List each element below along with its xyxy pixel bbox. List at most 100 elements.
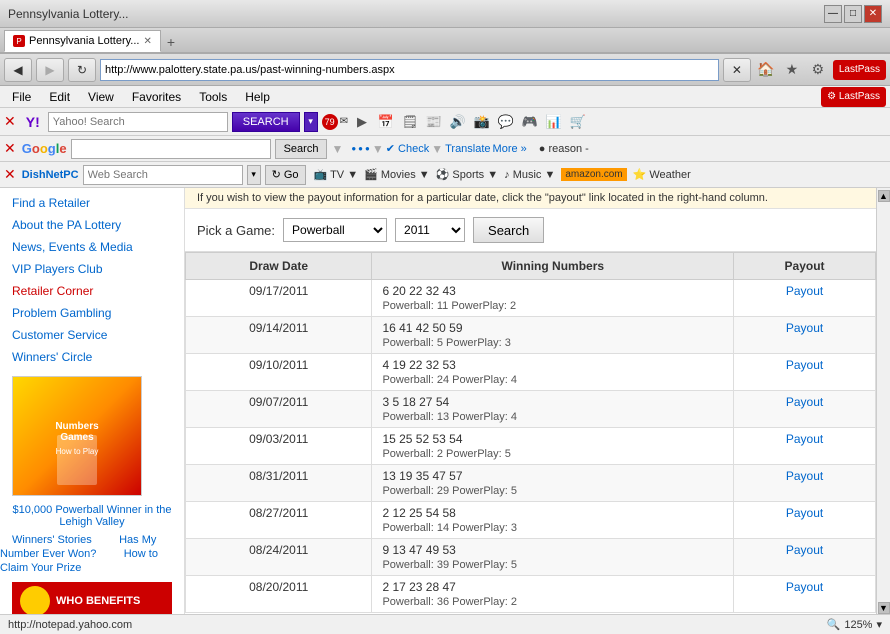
menu-edit[interactable]: Edit bbox=[41, 88, 78, 106]
dish-sports[interactable]: ⚽ Sports ▼ bbox=[436, 168, 499, 181]
who-benefits-icon bbox=[20, 586, 50, 614]
google-toolbar-close[interactable]: ✕ bbox=[4, 140, 16, 157]
dish-movies[interactable]: 🎬 Movies ▼ bbox=[364, 168, 430, 181]
payout-link-8[interactable]: Payout bbox=[786, 580, 823, 594]
reload-button[interactable]: ↻ bbox=[68, 58, 96, 82]
date-cell-2: 09/10/2011 bbox=[186, 354, 372, 391]
reason-label: ● reason - bbox=[539, 143, 589, 155]
new-tab-button[interactable]: + bbox=[161, 32, 181, 52]
dish-tv[interactable]: 📺 TV ▼ bbox=[314, 168, 359, 181]
sidebar-winners-circle[interactable]: Winners' Circle bbox=[0, 346, 184, 368]
scroll-down[interactable]: ▼ bbox=[878, 602, 890, 614]
close-button[interactable]: ✕ bbox=[864, 5, 882, 23]
lastpass-menu-button[interactable]: ⚙ LastPass bbox=[821, 87, 886, 107]
payout-link-6[interactable]: Payout bbox=[786, 506, 823, 520]
date-cell-8: 08/20/2011 bbox=[186, 576, 372, 613]
favorites-button[interactable]: ★ bbox=[781, 59, 803, 81]
yahoo-toolbar-close[interactable]: ✕ bbox=[4, 113, 16, 130]
menu-tools[interactable]: Tools bbox=[191, 88, 235, 106]
tab-close-icon[interactable]: ✕ bbox=[143, 36, 151, 47]
yahoo-search-input[interactable] bbox=[48, 112, 228, 132]
menu-file[interactable]: File bbox=[4, 88, 39, 106]
payout-cell-6: Payout bbox=[734, 502, 876, 539]
sidebar-retailer-corner[interactable]: Retailer Corner bbox=[0, 280, 184, 302]
payout-link-4[interactable]: Payout bbox=[786, 432, 823, 446]
sidebar-news[interactable]: News, Events & Media bbox=[0, 236, 184, 258]
dish-amazon[interactable]: amazon.com bbox=[561, 168, 626, 181]
payout-link-3[interactable]: Payout bbox=[786, 395, 823, 409]
payout-cell-4: Payout bbox=[734, 428, 876, 465]
date-cell-0: 09/17/2011 bbox=[186, 280, 372, 317]
google-logo: Google bbox=[22, 141, 67, 156]
lastpass-button[interactable]: LastPass bbox=[833, 60, 886, 80]
payout-link-5[interactable]: Payout bbox=[786, 469, 823, 483]
google-more[interactable]: More » bbox=[493, 143, 527, 155]
toolbar-icon-5[interactable]: 🔊 bbox=[448, 112, 468, 132]
settings-button[interactable]: ⚙ bbox=[807, 59, 829, 81]
payout-link-2[interactable]: Payout bbox=[786, 358, 823, 372]
toolbar-icon-1[interactable]: ▶ bbox=[352, 112, 372, 132]
toolbar-icon-8[interactable]: 🎮 bbox=[520, 112, 540, 132]
toolbar-icon-6[interactable]: 📸 bbox=[472, 112, 492, 132]
pick-game-label: Pick a Game: bbox=[197, 223, 275, 238]
toolbar-icon-2[interactable]: 📅 bbox=[376, 112, 396, 132]
toolbar-icon-3[interactable]: 🗒 bbox=[400, 112, 420, 132]
tab-active[interactable]: P Pennsylvania Lottery... ✕ bbox=[4, 30, 161, 52]
scroll-up[interactable]: ▲ bbox=[878, 190, 890, 202]
payout-link-1[interactable]: Payout bbox=[786, 321, 823, 335]
sidebar: Find a Retailer About the PA Lottery New… bbox=[0, 188, 185, 614]
scrollbar[interactable]: ▲ ▼ bbox=[876, 188, 890, 614]
yahoo-search-dropdown[interactable]: ▾ bbox=[304, 112, 318, 132]
toolbar-icon-7[interactable]: 💬 bbox=[496, 112, 516, 132]
menu-help[interactable]: Help bbox=[237, 88, 278, 106]
sidebar-customer-service[interactable]: Customer Service bbox=[0, 324, 184, 346]
winning-nums-8: 2 17 23 28 47 bbox=[382, 580, 723, 594]
home-button[interactable]: 🏠 bbox=[755, 59, 777, 81]
sidebar-find-retailer[interactable]: Find a Retailer bbox=[0, 192, 184, 214]
sidebar-story-0[interactable]: Winners' Stories bbox=[12, 534, 92, 546]
address-input[interactable] bbox=[100, 59, 719, 81]
toolbar-icon-9[interactable]: 📊 bbox=[544, 112, 564, 132]
dish-weather[interactable]: ⭐ Weather bbox=[633, 168, 691, 181]
payout-link-0[interactable]: Payout bbox=[786, 284, 823, 298]
google-translate[interactable]: Translate bbox=[445, 143, 490, 155]
maximize-button[interactable]: □ bbox=[844, 5, 862, 23]
content-area: If you wish to view the payout informati… bbox=[185, 188, 876, 614]
dish-toolbar-close[interactable]: ✕ bbox=[4, 166, 16, 183]
dish-music[interactable]: ♪ Music ▼ bbox=[504, 169, 555, 181]
sidebar-problem-gambling[interactable]: Problem Gambling bbox=[0, 302, 184, 324]
winning-nums-4: 15 25 52 53 54 bbox=[382, 432, 723, 446]
dish-go-button[interactable]: ↻ Go bbox=[265, 165, 306, 185]
title-bar: Pennsylvania Lottery... — □ ✕ bbox=[0, 0, 890, 28]
sidebar-vip[interactable]: VIP Players Club bbox=[0, 258, 184, 280]
badge-container: 79 ✉ bbox=[322, 114, 348, 130]
menu-view[interactable]: View bbox=[80, 88, 122, 106]
back-button[interactable]: ◀ bbox=[4, 58, 32, 82]
numbers-cell-0: 6 20 22 32 43 Powerball: 11 PowerPlay: 2 bbox=[372, 280, 734, 317]
game-select[interactable]: Powerball Mega Millions Cash 5 Match 6 P… bbox=[283, 218, 387, 242]
payout-link-7[interactable]: Payout bbox=[786, 543, 823, 557]
google-check[interactable]: ✔ Check bbox=[386, 142, 429, 155]
dish-bar-items: 📺 TV ▼ 🎬 Movies ▼ ⚽ Sports ▼ ♪ Music ▼ a… bbox=[314, 168, 691, 181]
sidebar-caption[interactable]: $10,000 Powerball Winner in the Lehigh V… bbox=[12, 504, 172, 528]
game-picker: Pick a Game: Powerball Mega Millions Cas… bbox=[185, 209, 876, 252]
dish-logo: DishNetPC bbox=[22, 169, 79, 181]
forward-button[interactable]: ▶ bbox=[36, 58, 64, 82]
menu-favorites[interactable]: Favorites bbox=[124, 88, 189, 106]
toolbar-icon-10[interactable]: 🛒 bbox=[568, 112, 588, 132]
google-toolbar: ✕ Google Search ▼ ● ● ● ▼ ✔ Check ▼ Tran… bbox=[0, 136, 890, 162]
sidebar-about[interactable]: About the PA Lottery bbox=[0, 214, 184, 236]
year-select[interactable]: 2011 2010 2009 2008 bbox=[395, 218, 465, 242]
sidebar-who-benefits[interactable]: WHO BENEFITS bbox=[12, 582, 172, 614]
dish-search-input[interactable] bbox=[83, 165, 243, 185]
dish-dropdown-arrow[interactable]: ▾ bbox=[247, 165, 261, 185]
numbers-cell-2: 4 19 22 32 53 Powerball: 24 PowerPlay: 4 bbox=[372, 354, 734, 391]
stop-button[interactable]: ✕ bbox=[723, 58, 751, 82]
minimize-button[interactable]: — bbox=[824, 5, 842, 23]
yahoo-search-button[interactable]: SEARCH bbox=[232, 112, 300, 132]
toolbar-icon-4[interactable]: 📰 bbox=[424, 112, 444, 132]
zoom-dropdown[interactable]: ▾ bbox=[876, 618, 882, 631]
google-search-button[interactable]: Search bbox=[275, 139, 328, 159]
search-button[interactable]: Search bbox=[473, 217, 544, 243]
google-search-input[interactable] bbox=[71, 139, 271, 159]
